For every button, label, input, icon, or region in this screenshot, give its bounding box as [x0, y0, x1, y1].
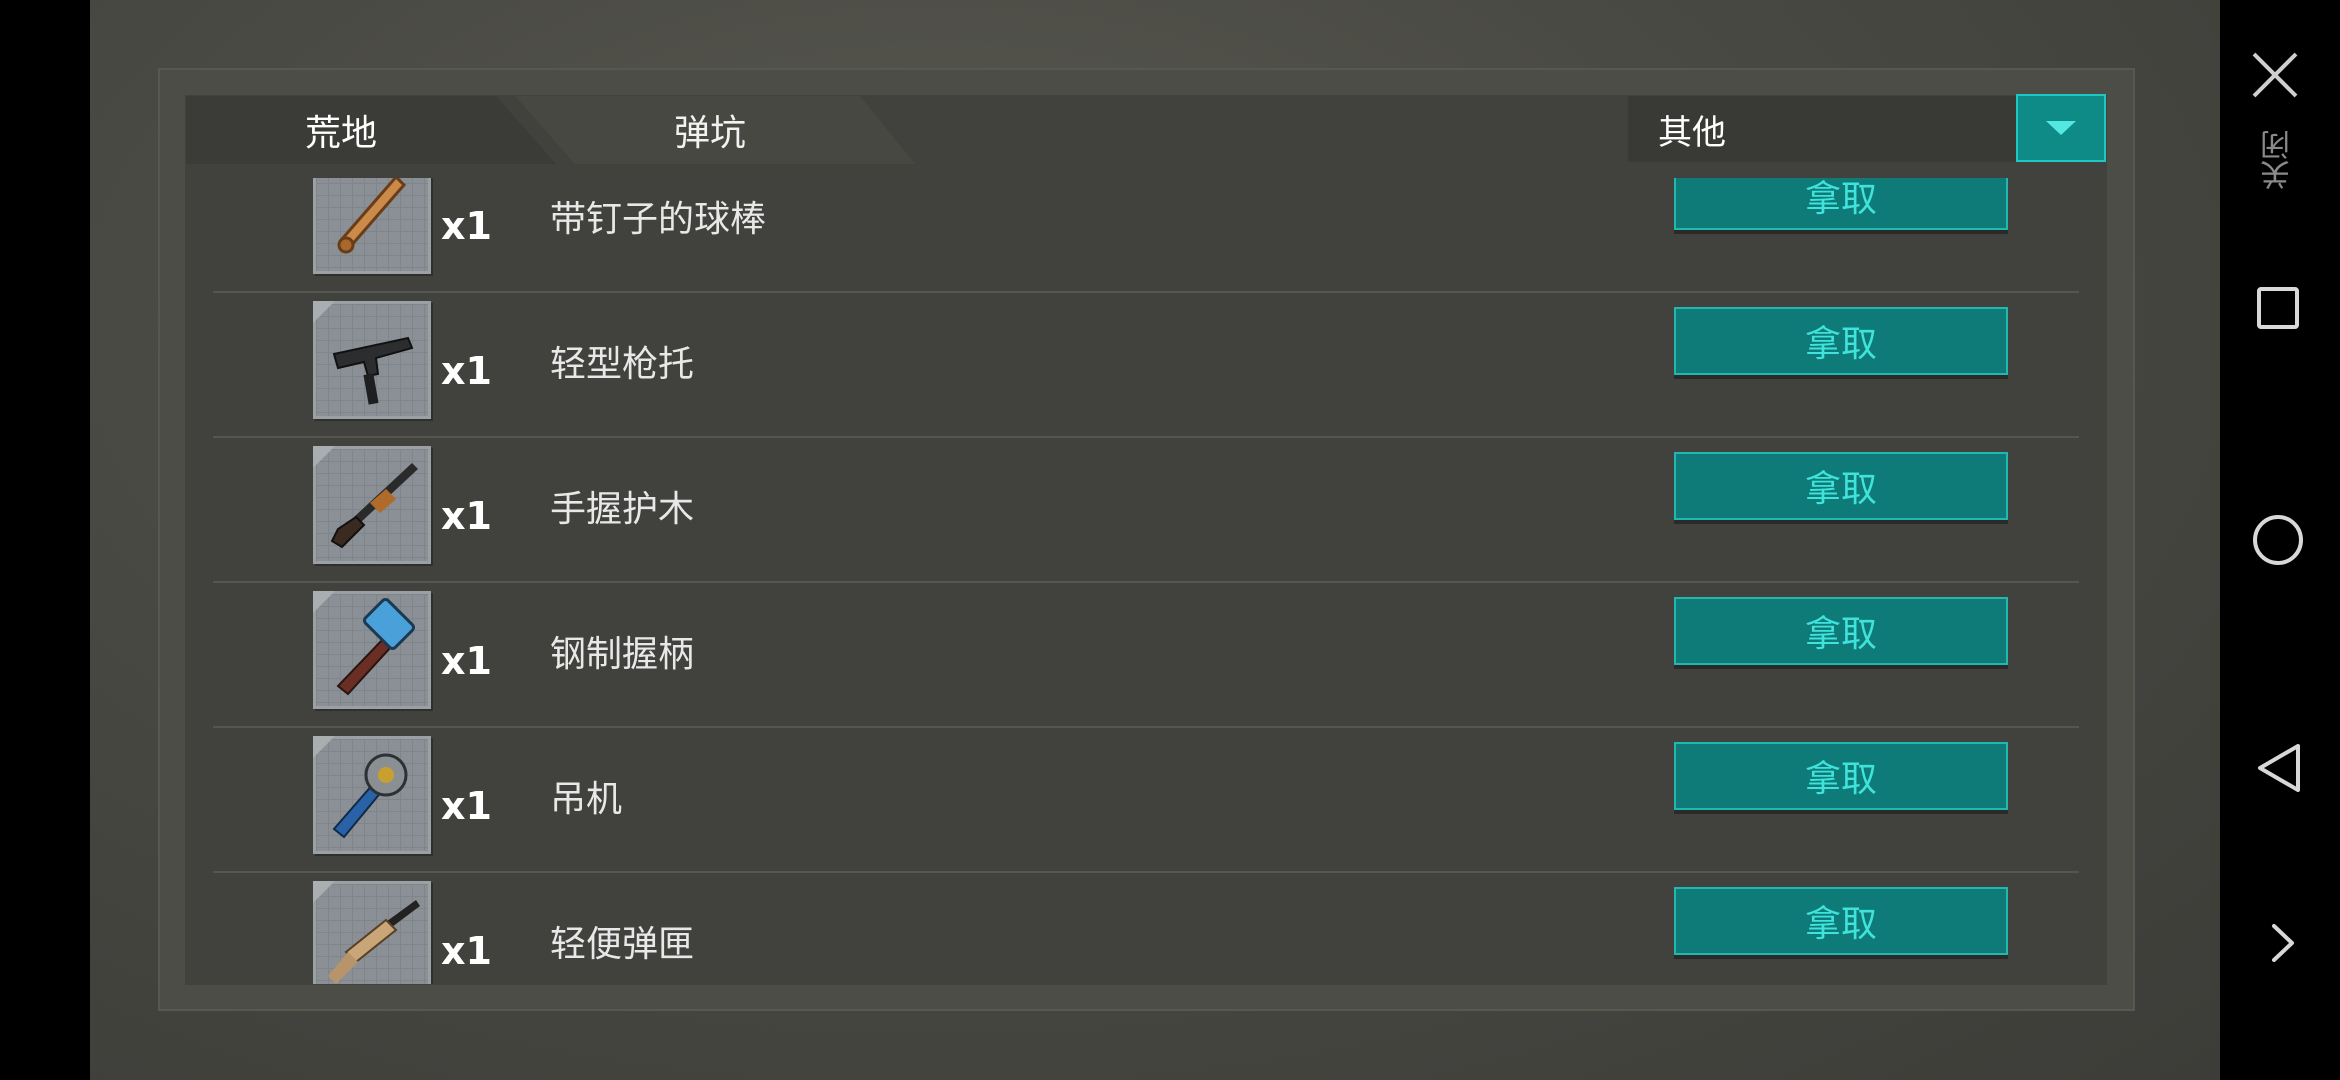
category-dropdown-value: 其他: [1658, 112, 1726, 153]
item-name: 带钉子的球棒: [550, 199, 767, 240]
item-quantity: x1: [441, 929, 492, 973]
take-button[interactable]: 拿取: [1674, 742, 2008, 810]
spiked-mace-icon: [313, 736, 431, 854]
sledgehammer-icon: [313, 591, 431, 709]
item-quantity: x1: [441, 494, 492, 538]
take-button[interactable]: 拿取: [1674, 178, 2008, 230]
home-icon[interactable]: [2253, 515, 2303, 565]
tab-wasteland-label: 荒地: [304, 113, 377, 154]
item-quantity: x1: [441, 349, 492, 393]
list-item: x1 钢制握柄 拿取: [213, 581, 2079, 728]
item-name: 吊机: [550, 779, 623, 820]
tab-crater-label: 弹坑: [673, 113, 746, 154]
item-quantity: x1: [441, 784, 492, 828]
close-icon[interactable]: [2250, 50, 2300, 100]
item-name: 轻型枪托: [550, 344, 695, 385]
item-quantity: x1: [441, 204, 492, 248]
game-screen: 荒地 弹坑 其他 x1 带钉子的球棒 拿取 x1 轻型枪托 拿取 x1 手握护木…: [0, 0, 2340, 1080]
take-button[interactable]: 拿取: [1674, 597, 2008, 665]
take-button[interactable]: 拿取: [1674, 887, 2008, 955]
dropdown-toggle-button[interactable]: [2016, 94, 2106, 162]
assault-rifle-icon: [313, 881, 431, 984]
list-item: x1 轻型枪托 拿取: [213, 291, 2079, 438]
take-button[interactable]: 拿取: [1674, 452, 2008, 520]
back-triangle-icon[interactable]: [2256, 742, 2302, 794]
item-list[interactable]: x1 带钉子的球棒 拿取 x1 轻型枪托 拿取 x1 手握护木 拿取 x1 钢制…: [185, 178, 2107, 984]
triangle-down-icon: [2046, 121, 2076, 135]
item-quantity: x1: [441, 639, 492, 683]
recent-apps-icon[interactable]: [2257, 287, 2299, 329]
item-name: 轻便弹匣: [550, 924, 695, 965]
list-item: x1 吊机 拿取: [213, 726, 2079, 873]
close-label[interactable]: 关闭: [2257, 130, 2296, 190]
chevron-right-icon[interactable]: [2268, 920, 2298, 966]
category-dropdown[interactable]: 其他: [1628, 94, 2106, 162]
tab-wasteland[interactable]: 荒地: [186, 96, 556, 164]
shotgun-icon: [313, 446, 431, 564]
list-item: x1 手握护木 拿取: [213, 436, 2079, 583]
tab-crater[interactable]: 弹坑: [515, 96, 915, 164]
baseball-bat-icon: [313, 178, 431, 274]
list-item: x1 带钉子的球棒 拿取: [213, 178, 2079, 293]
item-name: 钢制握柄: [550, 634, 695, 675]
list-item: x1 轻便弹匣 拿取: [213, 871, 2079, 984]
take-button[interactable]: 拿取: [1674, 307, 2008, 375]
item-name: 手握护木: [550, 489, 695, 530]
submachine-gun-icon: [313, 301, 431, 419]
